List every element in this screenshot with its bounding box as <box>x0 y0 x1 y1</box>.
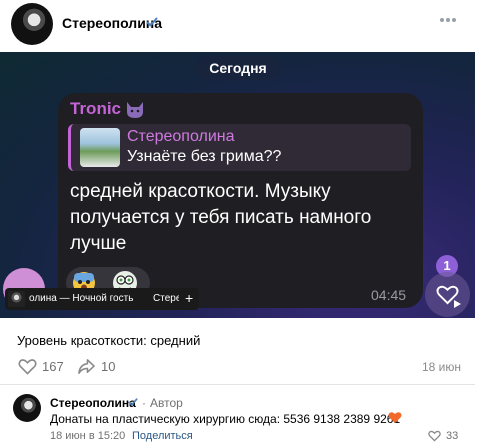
more-dots-icon[interactable] <box>438 15 458 25</box>
post-caption: Уровень красоткости: средний <box>17 333 201 348</box>
comment-avatar[interactable] <box>13 394 41 422</box>
date-separator: Сегодня <box>195 56 281 80</box>
author-avatar[interactable] <box>11 3 53 45</box>
comment-text: Донаты на пластическую хирургию сюда: 55… <box>50 412 401 426</box>
add-track-button[interactable]: + <box>185 290 193 306</box>
comment-like-button[interactable]: 33 <box>428 429 462 443</box>
comment-like-count: 33 <box>446 430 459 442</box>
like-button[interactable]: 167 <box>18 358 66 376</box>
heart-outline-icon <box>18 359 37 375</box>
message-text: средней красоткости. Музыку получается у… <box>70 181 372 254</box>
comment-author[interactable]: Стереополина <box>50 396 136 410</box>
reply-text: Узнаёте без грима?? <box>127 148 282 165</box>
share-arrow-icon <box>78 359 95 374</box>
share-button[interactable]: 10 <box>77 358 117 376</box>
track-cover <box>8 291 25 307</box>
play-icon <box>454 300 461 308</box>
verified-check-icon <box>146 17 158 27</box>
comment-separator: · <box>142 396 146 410</box>
share-comment-link[interactable]: Поделиться <box>132 430 193 442</box>
post-image[interactable]: Сегодня Tronic Стереополина Узнаёте без … <box>0 52 475 318</box>
like-count: 167 <box>42 359 64 374</box>
author-role-badge: Автор <box>150 396 183 410</box>
verified-check-icon <box>128 398 138 406</box>
message-sender: Tronic <box>70 99 122 118</box>
cat-emoji-icon <box>127 102 143 118</box>
orange-heart-emoji-icon <box>388 412 402 423</box>
reply-author: Стереополина <box>127 128 235 145</box>
post-header: Стереополина <box>0 0 485 52</box>
message-bubble: Tronic Стереополина Узнаёте без грима?? … <box>58 93 423 308</box>
track-artist: Стере <box>153 293 179 304</box>
share-count: 10 <box>101 359 116 374</box>
comment-timestamp[interactable]: 18 июн в 15:20 <box>50 430 125 442</box>
post-date[interactable]: 18 июн <box>422 360 461 374</box>
quoted-reply[interactable]: Стереополина Узнаёте без грима?? <box>68 124 411 171</box>
music-player-bar[interactable]: олина — Ночной гость Стере + <box>5 288 199 310</box>
divider <box>0 384 475 385</box>
track-title: олина — Ночной гость <box>29 293 134 304</box>
message-time: 04:45 <box>371 287 407 303</box>
heart-outline-icon <box>428 430 441 442</box>
reply-thumbnail <box>80 128 120 167</box>
overlay-like-button[interactable] <box>425 272 470 317</box>
